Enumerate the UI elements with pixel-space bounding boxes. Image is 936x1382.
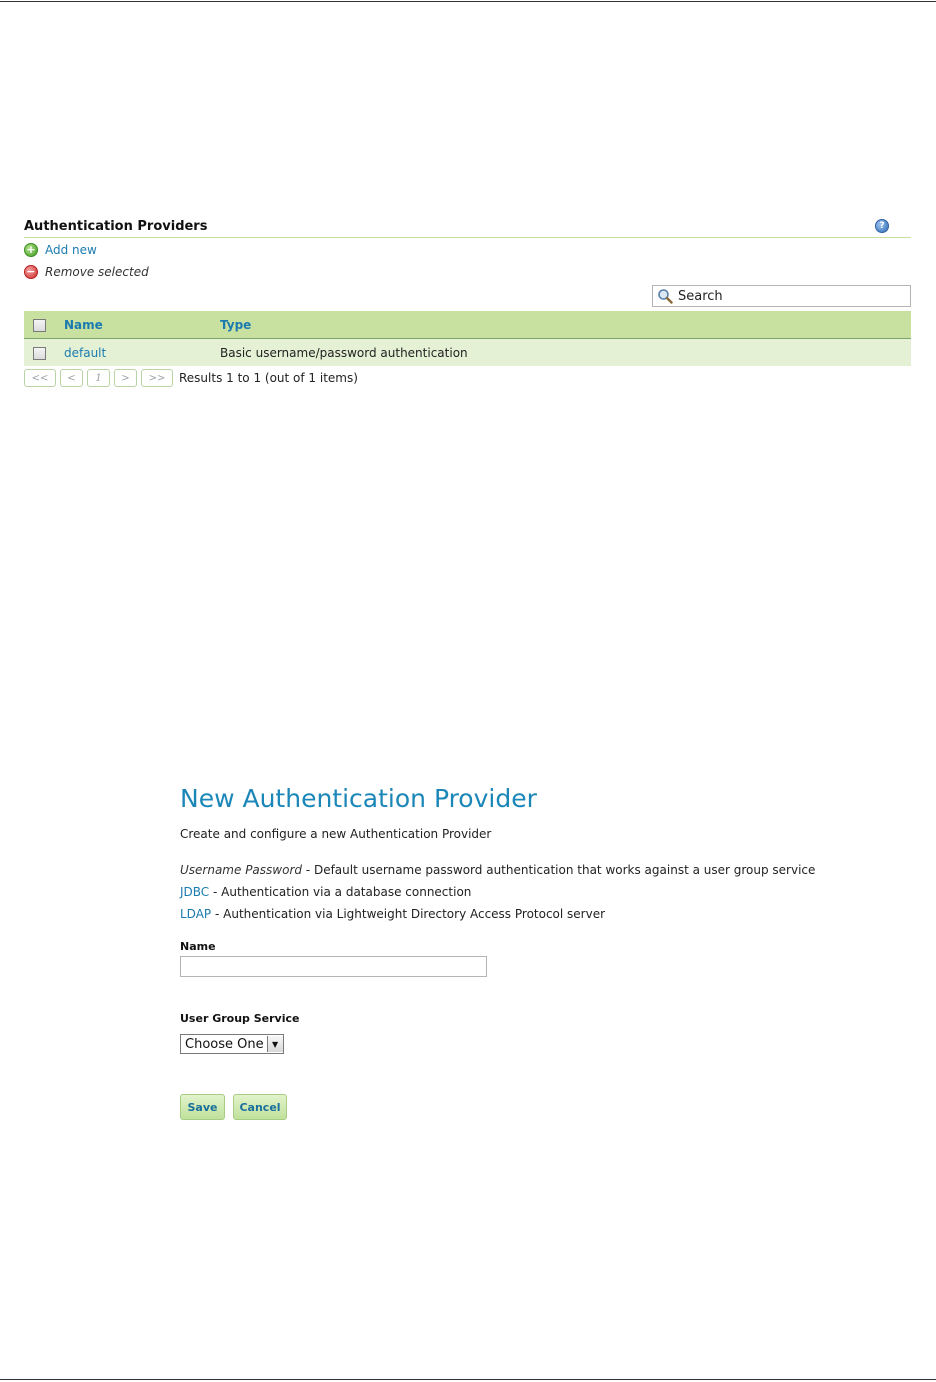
page-subtitle: Create and configure a new Authenticatio… xyxy=(180,827,492,841)
top-rule xyxy=(0,1,936,2)
pager-first-button[interactable]: << xyxy=(24,369,56,387)
help-icon[interactable]: ? xyxy=(875,219,889,233)
user-group-service-label: User Group Service xyxy=(180,1012,300,1025)
pager-next-button[interactable]: > xyxy=(114,369,137,387)
row-checkbox-cell xyxy=(24,339,64,367)
provider-type-description: - Authentication via a database connecti… xyxy=(209,885,472,899)
search-icon xyxy=(657,288,673,304)
provider-type-description: - Default username password authenticati… xyxy=(302,863,816,877)
row-type-cell: Basic username/password authentication xyxy=(220,345,468,360)
pager-last-button[interactable]: >> xyxy=(141,369,173,387)
search-box[interactable] xyxy=(652,285,911,307)
authentication-providers-panel: Authentication Providers ? + Add new − R… xyxy=(24,218,911,387)
remove-icon: − xyxy=(24,265,38,279)
row-checkbox[interactable] xyxy=(33,346,46,360)
provider-type-description: - Authentication via Lightweight Directo… xyxy=(211,907,606,921)
table-header-row: Name Type xyxy=(24,311,911,339)
user-group-service-select[interactable]: Choose One ▼ xyxy=(180,1034,284,1054)
add-new-link[interactable]: + Add new xyxy=(24,243,97,257)
pager: << < 1 > >> Results 1 to 1 (out of 1 ite… xyxy=(24,369,358,387)
remove-selected-label: Remove selected xyxy=(45,265,149,279)
row-name-cell: default xyxy=(64,339,220,367)
page-title: New Authentication Provider xyxy=(180,784,537,813)
provider-type-ldap: LDAP - Authentication via Lightweight Di… xyxy=(180,907,605,921)
panel-title: Authentication Providers xyxy=(24,219,208,234)
provider-type-link[interactable]: LDAP xyxy=(180,907,211,921)
save-button[interactable]: Save xyxy=(180,1094,225,1120)
column-header-type[interactable]: Type xyxy=(220,311,911,339)
provider-type-username-password: Username Password - Default username pas… xyxy=(180,863,815,877)
provider-type-name[interactable]: Username Password xyxy=(180,863,302,877)
column-header-name[interactable]: Name xyxy=(64,311,220,339)
pager-prev-button[interactable]: < xyxy=(60,369,83,387)
add-icon: + xyxy=(24,243,38,257)
providers-table: Name Type default Basic username/passwor… xyxy=(24,311,911,366)
provider-type-jdbc: JDBC - Authentication via a database con… xyxy=(180,885,471,899)
user-group-service-value: Choose One xyxy=(185,1036,264,1052)
bottom-rule xyxy=(0,1379,936,1380)
search-input[interactable] xyxy=(678,288,898,304)
add-new-label: Add new xyxy=(45,243,97,257)
panel-header: Authentication Providers ? xyxy=(24,218,911,238)
name-field[interactable] xyxy=(180,956,487,977)
table-row: default Basic username/password authenti… xyxy=(24,338,911,367)
provider-name-link[interactable]: default xyxy=(64,346,106,360)
dropdown-arrow-icon[interactable]: ▼ xyxy=(266,1036,283,1052)
cancel-button[interactable]: Cancel xyxy=(233,1094,287,1120)
remove-selected-link[interactable]: − Remove selected xyxy=(24,265,149,279)
select-all-checkbox[interactable] xyxy=(33,318,46,332)
pager-current-page[interactable]: 1 xyxy=(87,369,110,387)
provider-type-link[interactable]: JDBC xyxy=(180,885,209,899)
select-all-cell xyxy=(24,311,64,339)
pager-results-text: Results 1 to 1 (out of 1 items) xyxy=(179,371,358,385)
name-label: Name xyxy=(180,940,216,953)
